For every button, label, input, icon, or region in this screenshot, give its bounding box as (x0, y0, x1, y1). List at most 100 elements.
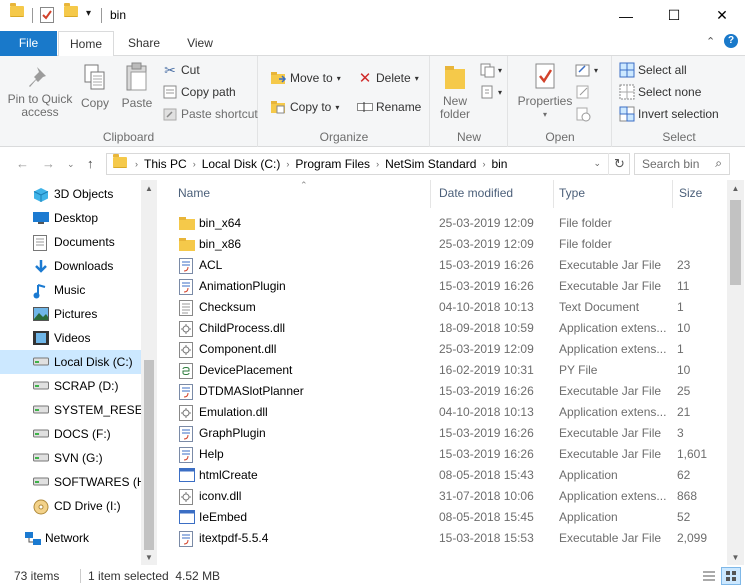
scroll-down-icon[interactable]: ▼ (141, 549, 157, 565)
file-size: 868 (677, 489, 698, 503)
column-divider[interactable] (553, 180, 554, 208)
nav-item[interactable]: Downloads (0, 254, 141, 278)
move-to-button[interactable]: Move to ▾ (271, 68, 341, 88)
select-none-button[interactable]: Select none (619, 82, 701, 102)
chevron-right-icon[interactable]: › (193, 159, 196, 169)
column-header-date[interactable]: Date modified (439, 186, 513, 200)
delete-button[interactable]: ✕ Delete ▾ (357, 68, 419, 88)
scroll-up-icon[interactable]: ▲ (141, 180, 157, 196)
edit-button[interactable] (575, 82, 594, 102)
chevron-right-icon[interactable]: › (286, 159, 289, 169)
rename-button[interactable]: Rename (357, 97, 421, 117)
breadcrumb-netsim-standard[interactable]: NetSim Standard (385, 157, 476, 171)
copy-to-button[interactable]: Copy to ▾ (271, 97, 339, 117)
nav-item[interactable]: Pictures (0, 302, 141, 326)
paste-button[interactable]: Paste (118, 62, 156, 110)
nav-item[interactable]: SOFTWARES (H: (0, 470, 141, 494)
address-bar[interactable]: › This PC › Local Disk (C:) › Program Fi… (106, 153, 630, 175)
scroll-up-icon[interactable]: ▲ (727, 180, 744, 196)
close-button[interactable]: ✕ (699, 0, 745, 31)
properties-quick-access-icon[interactable] (40, 7, 54, 23)
file-row[interactable]: GraphPlugin 15-03-2019 16:26 Executable Ja… (160, 423, 727, 444)
file-list-scrollbar-thumb[interactable] (730, 200, 741, 285)
file-list-scrollbar[interactable]: ▲ ▼ (727, 180, 744, 565)
file-row[interactable]: Help 15-03-2019 16:26 Executable Jar File 1… (160, 444, 727, 465)
search-input[interactable]: Search bin ⌕ (634, 153, 730, 175)
column-header-name[interactable]: Name (178, 186, 210, 200)
breadcrumb-bin[interactable]: bin (491, 157, 507, 171)
copy-to-icon (271, 99, 287, 115)
copy-button[interactable]: Copy (76, 64, 114, 110)
history-button[interactable] (575, 104, 594, 124)
open-button[interactable]: ▾ (575, 60, 598, 80)
file-row[interactable]: iconv.dll 31-07-2018 10:06 Application ext… (160, 486, 727, 507)
column-divider[interactable] (672, 180, 673, 208)
new-folder-quick-access-icon[interactable] (64, 3, 78, 17)
nav-item[interactable]: DOCS (F:) (0, 422, 141, 446)
nav-item[interactable]: Desktop (0, 206, 141, 230)
tab-share[interactable]: Share (117, 31, 171, 56)
column-header-type[interactable]: Type (559, 186, 585, 200)
nav-item[interactable]: 3D Objects (0, 182, 141, 206)
pin-to-quick-access-button[interactable]: Pin to Quick access (4, 64, 76, 119)
file-row[interactable]: itextpdf-5.5.4 15-03-2018 15:53 Executable… (160, 528, 727, 549)
select-all-label: Select all (638, 63, 687, 77)
file-row[interactable]: AnimationPlugin 15-03-2019 16:26 Executabl… (160, 276, 727, 297)
easy-access-button[interactable]: ▾ (479, 82, 502, 102)
file-row[interactable]: ChildProcess.dll 18-09-2018 10:59 Applicat… (160, 318, 727, 339)
chevron-right-icon[interactable]: › (376, 159, 379, 169)
nav-item[interactable]: Music (0, 278, 141, 302)
details-view-icon[interactable] (699, 567, 719, 585)
tab-home[interactable]: Home (58, 31, 114, 57)
scroll-down-icon[interactable]: ▼ (727, 549, 744, 565)
nav-item[interactable]: Documents (0, 230, 141, 254)
breadcrumb-this-pc[interactable]: This PC (144, 157, 187, 171)
properties-button[interactable]: Properties ▾ (515, 62, 575, 121)
column-divider[interactable] (430, 180, 431, 208)
file-row[interactable]: ACL 15-03-2019 16:26 Executable Jar File 23 (160, 255, 727, 276)
recent-locations-chevron-icon[interactable]: ⌄ (67, 159, 75, 170)
address-dropdown-chevron-icon[interactable]: ⌄ (593, 158, 601, 169)
up-arrow-icon[interactable]: ↑ (87, 156, 94, 171)
new-folder-button[interactable]: New folder (433, 64, 477, 121)
nav-item[interactable]: CD Drive (I:) (0, 494, 141, 518)
customize-quick-access-icon[interactable]: ▾ (86, 8, 91, 19)
nav-item[interactable]: Network (0, 526, 141, 550)
breadcrumb-local-disk[interactable]: Local Disk (C:) (202, 157, 281, 171)
file-row[interactable]: IeEmbed 08-05-2018 15:45 Application 52 (160, 507, 727, 528)
paste-shortcut-button[interactable]: Paste shortcut (162, 104, 258, 124)
nav-item[interactable]: Local Disk (C:) (0, 350, 141, 374)
nav-item[interactable]: SYSTEM_RESERV (0, 398, 141, 422)
cut-button[interactable]: ✂ Cut (162, 60, 200, 80)
select-all-button[interactable]: Select all (619, 60, 687, 80)
help-icon[interactable]: ? (724, 34, 738, 48)
breadcrumb-program-files[interactable]: Program Files (295, 157, 370, 171)
nav-scrollbar[interactable]: ▲ ▼ (141, 180, 157, 565)
nav-scrollbar-thumb[interactable] (144, 360, 154, 550)
nav-item[interactable]: SCRAP (D:) (0, 374, 141, 398)
chevron-up-icon[interactable]: ⌃ (706, 35, 715, 48)
file-row[interactable]: bin_x64 25-03-2019 12:09 File folder (160, 213, 727, 234)
chevron-right-icon[interactable]: › (482, 159, 485, 169)
nav-item[interactable]: SVN (G:) (0, 446, 141, 470)
file-row[interactable]: DTDMASlotPlanner 15-03-2019 16:26 Executab… (160, 381, 727, 402)
minimize-button[interactable]: — (603, 0, 649, 31)
file-row[interactable]: htmlCreate 08-05-2018 15:43 Application 62 (160, 465, 727, 486)
tab-file[interactable]: File (0, 31, 57, 56)
refresh-icon[interactable]: ↻ (608, 153, 630, 175)
tab-view[interactable]: View (173, 31, 227, 56)
file-row[interactable]: DevicePlacement 16-02-2019 10:31 PY File 10 (160, 360, 727, 381)
copy-path-button[interactable]: Copy path (162, 82, 236, 102)
file-row[interactable]: Component.dll 25-03-2019 12:09 Application… (160, 339, 727, 360)
new-item-button[interactable]: ▾ (479, 60, 502, 80)
invert-selection-button[interactable]: Invert selection (619, 104, 719, 124)
maximize-button[interactable]: ☐ (651, 0, 697, 31)
file-row[interactable]: bin_x86 25-03-2019 12:09 File folder (160, 234, 727, 255)
large-icons-view-icon[interactable] (721, 567, 741, 585)
back-arrow-icon[interactable]: ← (16, 156, 29, 171)
column-header-size[interactable]: Size (679, 186, 702, 200)
file-row[interactable]: Emulation.dll 04-10-2018 10:13 Application… (160, 402, 727, 423)
file-row[interactable]: Checksum 04-10-2018 10:13 Text Document 1 (160, 297, 727, 318)
forward-arrow-icon[interactable]: → (42, 156, 55, 171)
nav-item[interactable]: Videos (0, 326, 141, 350)
